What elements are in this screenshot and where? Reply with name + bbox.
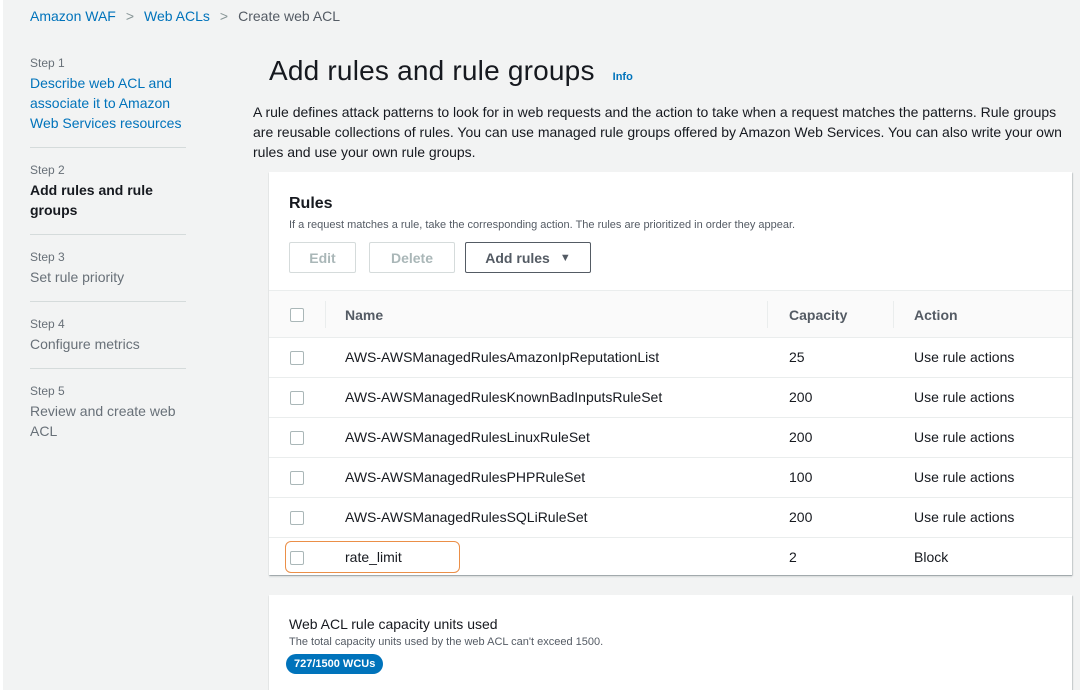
step-4: Step 4 Configure metrics: [30, 316, 186, 369]
step-number: Step 5: [30, 384, 65, 398]
rule-name: AWS-AWSManagedRulesPHPRuleSet: [345, 469, 586, 485]
row-checkbox[interactable]: [290, 471, 304, 485]
rules-table: Name Capacity Action AWS-AWSManagedRules…: [269, 290, 1072, 578]
rule-action: Use rule actions: [914, 349, 1015, 365]
left-edge: [0, 0, 3, 690]
rule-name: AWS-AWSManagedRulesSQLiRuleSet: [345, 509, 588, 525]
page-title: Add rules and rule groups: [269, 55, 595, 86]
step-number: Step 1: [30, 56, 65, 70]
column-divider: [325, 301, 326, 328]
capacity-panel: Web ACL rule capacity units used The tot…: [269, 595, 1072, 690]
rule-action: Use rule actions: [914, 389, 1015, 405]
step-number: Step 2: [30, 163, 65, 177]
breadcrumb: Amazon WAF > Web ACLs > Create web ACL: [30, 8, 340, 24]
add-rules-button[interactable]: Add rules ▼: [465, 242, 591, 273]
capacity-badge: 727/1500 WCUs: [286, 654, 384, 674]
table-header: Name Capacity Action: [269, 290, 1072, 338]
chevron-right-icon: >: [125, 8, 135, 24]
edit-button[interactable]: Edit: [289, 242, 356, 273]
delete-button[interactable]: Delete: [369, 242, 455, 273]
rules-panel: Rules If a request matches a rule, take …: [269, 172, 1072, 578]
rule-capacity: 200: [789, 429, 813, 445]
rule-capacity: 2: [789, 549, 797, 565]
step-2-title: Add rules and rule groups: [30, 182, 153, 218]
rule-name: AWS-AWSManagedRulesKnownBadInputsRuleSet: [345, 389, 663, 405]
rules-title: Rules: [289, 195, 333, 212]
table-row[interactable]: AWS-AWSManagedRulesLinuxRuleSet 200 Use …: [269, 418, 1072, 458]
step-1: Step 1 Describe web ACL and associate it…: [30, 55, 186, 148]
column-header-action[interactable]: Action: [914, 307, 958, 323]
step-number: Step 3: [30, 250, 65, 264]
rule-name: rate_limit: [345, 549, 402, 565]
step-5: Step 5 Review and create web ACL: [30, 383, 186, 455]
column-header-capacity[interactable]: Capacity: [789, 307, 847, 323]
select-all-checkbox[interactable]: [290, 308, 304, 322]
step-2: Step 2 Add rules and rule groups: [30, 162, 186, 235]
rules-subtitle: If a request matches a rule, take the co…: [289, 219, 796, 231]
capacity-title: Web ACL rule capacity units used: [289, 616, 498, 632]
rule-capacity: 200: [789, 389, 813, 405]
page-heading: Add rules and rule groups Info: [269, 55, 633, 87]
step-number: Step 4: [30, 317, 65, 331]
rule-action: Use rule actions: [914, 509, 1015, 525]
row-checkbox[interactable]: [290, 351, 304, 365]
table-row[interactable]: rate_limit 2 Block: [269, 538, 1072, 578]
table-row[interactable]: AWS-AWSManagedRulesKnownBadInputsRuleSet…: [269, 378, 1072, 418]
step-4-title: Configure metrics: [30, 336, 140, 352]
table-row[interactable]: AWS-AWSManagedRulesAmazonIpReputationLis…: [269, 338, 1072, 378]
add-rules-label: Add rules: [485, 249, 550, 266]
rule-capacity: 25: [789, 349, 805, 365]
breadcrumb-current: Create web ACL: [238, 8, 341, 24]
breadcrumb-web-acls[interactable]: Web ACLs: [144, 8, 210, 24]
row-checkbox[interactable]: [290, 431, 304, 445]
table-row[interactable]: AWS-AWSManagedRulesSQLiRuleSet 200 Use r…: [269, 498, 1072, 538]
row-checkbox[interactable]: [290, 551, 304, 565]
capacity-subtitle: The total capacity units used by the web…: [289, 636, 604, 648]
chevron-right-icon: >: [219, 8, 229, 24]
rule-name: AWS-AWSManagedRulesAmazonIpReputationLis…: [345, 349, 660, 365]
column-divider: [893, 301, 894, 328]
column-divider: [767, 301, 768, 328]
step-1-link[interactable]: Describe web ACL and associate it to Ama…: [30, 73, 186, 133]
caret-down-icon: ▼: [559, 251, 571, 264]
info-link[interactable]: Info: [613, 71, 633, 83]
step-3: Step 3 Set rule priority: [30, 249, 186, 302]
rule-capacity: 200: [789, 509, 813, 525]
column-header-name[interactable]: Name: [345, 307, 383, 323]
breadcrumb-amazon-waf[interactable]: Amazon WAF: [30, 8, 116, 24]
rule-capacity: 100: [789, 469, 813, 485]
step-5-title: Review and create web ACL: [30, 403, 176, 439]
rule-name: AWS-AWSManagedRulesLinuxRuleSet: [345, 429, 590, 445]
row-checkbox[interactable]: [290, 511, 304, 525]
step-3-title: Set rule priority: [30, 269, 125, 285]
table-row[interactable]: AWS-AWSManagedRulesPHPRuleSet 100 Use ru…: [269, 458, 1072, 498]
page-description: A rule defines attack patterns to look f…: [253, 104, 1062, 160]
wizard-steps: Step 1 Describe web ACL and associate it…: [30, 55, 186, 469]
rule-action: Use rule actions: [914, 429, 1015, 445]
rule-action: Block: [914, 549, 949, 565]
rule-action: Use rule actions: [914, 469, 1015, 485]
row-checkbox[interactable]: [290, 391, 304, 405]
